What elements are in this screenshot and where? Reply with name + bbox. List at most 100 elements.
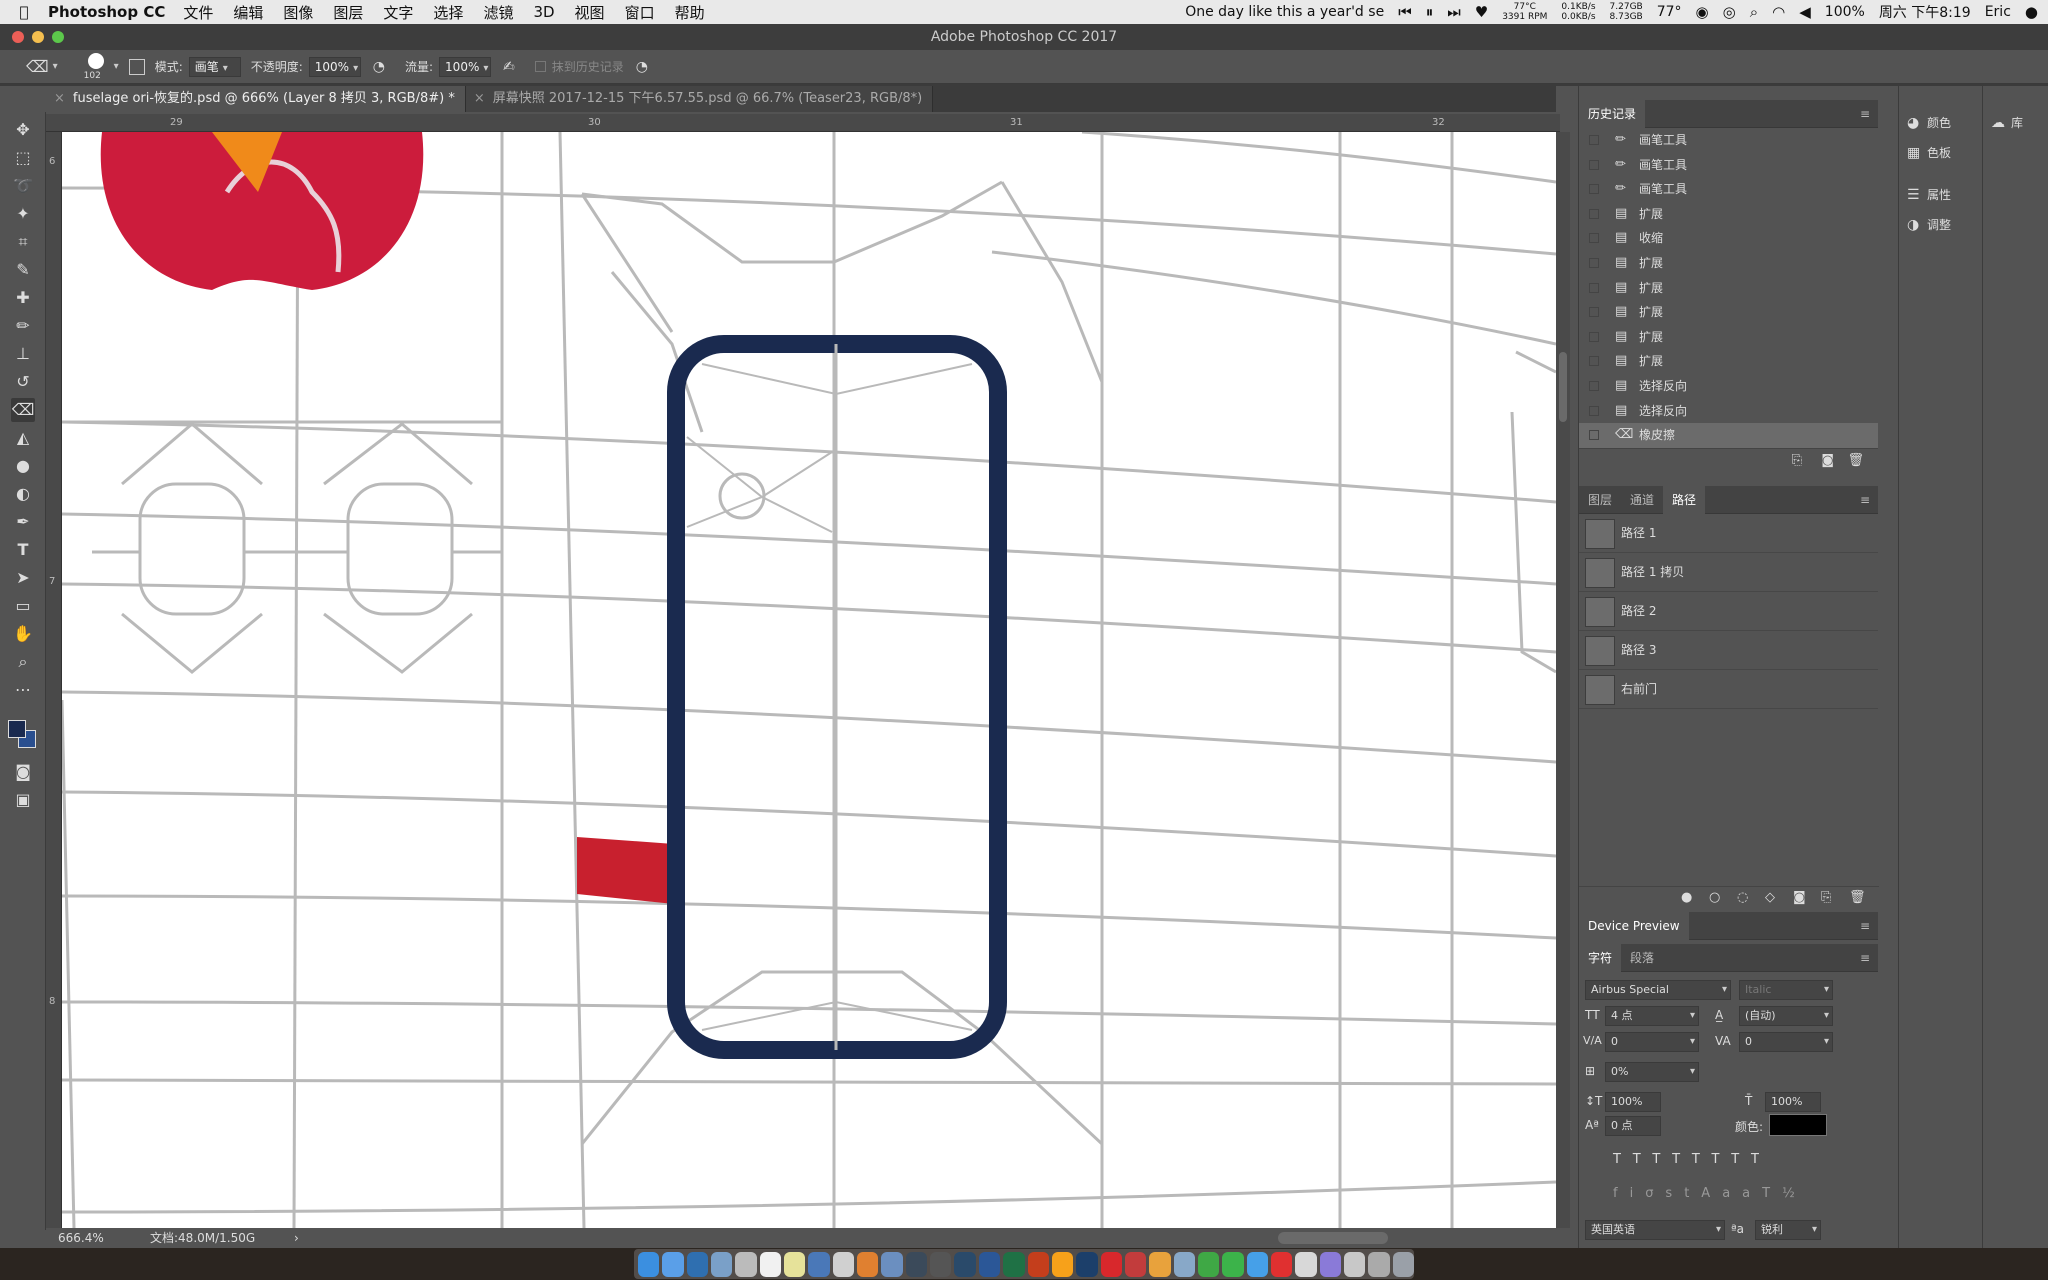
wifi-icon[interactable]: ◠ [1772, 3, 1785, 21]
screen-mode-icon[interactable]: ▣ [11, 788, 35, 812]
trash-icon[interactable]: 🗑 [1847, 453, 1864, 468]
app-icon[interactable] [1173, 1251, 1195, 1277]
tab-screenshot[interactable]: × 屏幕快照 2017-12-15 下午6.57.55.psd @ 66.7% (… [465, 86, 934, 112]
properties-panel-button[interactable]: ☰ 属性 [1907, 186, 1951, 203]
tab-character[interactable]: 字符 [1579, 943, 1622, 972]
next-track-icon[interactable]: ⏭ [1447, 3, 1461, 21]
app-icon[interactable] [1343, 1251, 1366, 1277]
qq-icon[interactable]: ◉ [1696, 3, 1709, 21]
brush-dropdown-icon[interactable]: ▾ [114, 61, 119, 72]
hand-tool-icon[interactable]: ✋ [11, 622, 35, 646]
history-item[interactable]: ▤ 选择反向 [1579, 399, 1878, 424]
pen-tool-icon[interactable]: ✒ [11, 510, 35, 534]
apple-icon[interactable]:  [0, 3, 48, 21]
baseline-shift-input[interactable]: 0 点 [1605, 1115, 1661, 1136]
blur-tool-icon[interactable]: ● [11, 454, 35, 478]
history-item[interactable]: ▤ 选择反向 [1579, 374, 1878, 399]
rectangle-tool-icon[interactable]: ▭ [11, 594, 35, 618]
excel-icon[interactable] [1003, 1251, 1025, 1277]
path-item[interactable]: 路径 3 [1579, 631, 1878, 670]
tsume-input[interactable]: 0% ▾ [1605, 1061, 1699, 1082]
chrome-icon[interactable] [1197, 1251, 1220, 1277]
panel-menu-icon[interactable]: ≡ [1860, 951, 1870, 965]
path-item[interactable]: 右前门 [1579, 670, 1878, 709]
tab-paragraph[interactable]: 段落 [1621, 944, 1663, 972]
cpu-monitor[interactable]: 77°C 3391 RPM [1502, 2, 1547, 22]
more-tools-icon[interactable]: ⋯ [11, 678, 35, 702]
zoom-tool-icon[interactable]: ⌕ [11, 650, 35, 674]
size-pressure-icon[interactable]: ◔ [636, 59, 648, 75]
siri-icon[interactable]: ● [2025, 3, 2038, 21]
fill-path-icon[interactable]: ● [1681, 890, 1692, 905]
lasso-tool-icon[interactable]: ➰ [11, 174, 35, 198]
minimize-window-button[interactable] [32, 31, 44, 43]
leading-input[interactable]: (自动) ▾ [1739, 1005, 1833, 1026]
steam-icon[interactable] [954, 1251, 976, 1277]
foreground-color-swatch[interactable] [8, 720, 26, 738]
path-item[interactable]: 路径 2 [1579, 592, 1878, 631]
notes-icon[interactable] [735, 1251, 757, 1277]
history-item[interactable]: ▤ 扩展 [1579, 325, 1878, 350]
delete-path-icon[interactable]: 🗑 [1849, 890, 1866, 905]
history-title[interactable]: 历史记录 [1579, 100, 1646, 128]
language-select[interactable]: 英国英语 ▾ [1585, 1219, 1725, 1240]
app-icon[interactable] [808, 1251, 830, 1277]
stickies-icon[interactable] [784, 1251, 806, 1277]
history-item-selected[interactable]: ⌫ 橡皮擦 [1579, 423, 1878, 448]
menu-type[interactable]: 文字 [383, 2, 413, 23]
wechat-icon[interactable] [1222, 1251, 1244, 1277]
marquee-tool-icon[interactable]: ⬚ [11, 146, 35, 170]
font-family-select[interactable]: Airbus Special ▾ [1585, 979, 1731, 1000]
app-icon[interactable] [1124, 1251, 1147, 1277]
powerpoint-icon[interactable] [1027, 1251, 1049, 1277]
libraries-panel-button[interactable]: ☁ 库 [1991, 114, 2023, 131]
kerning-input[interactable]: 0 ▾ [1605, 1031, 1699, 1052]
history-item[interactable]: ✏ 画笔工具 [1579, 128, 1878, 153]
tracking-input[interactable]: 0 ▾ [1739, 1031, 1833, 1052]
app-icon[interactable] [832, 1251, 855, 1277]
app-icon[interactable] [1368, 1251, 1390, 1277]
finder-icon[interactable] [638, 1251, 660, 1277]
menu-edit[interactable]: 编辑 [233, 2, 263, 23]
document-canvas[interactable] [62, 132, 1556, 1228]
menu-view[interactable]: 视图 [575, 2, 605, 23]
menu-3d[interactable]: 3D [533, 3, 554, 21]
load-as-selection-icon[interactable]: ◌ [1737, 890, 1748, 905]
crop-tool-icon[interactable]: ⌗ [11, 230, 35, 254]
pause-icon[interactable]: ⏸ [1426, 3, 1434, 21]
swatches-panel-button[interactable]: ▦ 色板 [1907, 144, 1951, 161]
scroll-thumb[interactable] [1559, 352, 1567, 422]
eraser-preset-icon[interactable]: ⌫ [26, 57, 49, 76]
stroke-path-icon[interactable]: ○ [1709, 890, 1720, 905]
menu-layer[interactable]: 图层 [333, 2, 363, 23]
color-panel-button[interactable]: ◕ 颜色 [1907, 114, 1951, 131]
new-document-from-state-icon[interactable]: ⎘ [1792, 453, 1802, 468]
panel-menu-icon[interactable]: ≡ [1860, 107, 1870, 121]
wechat-icon[interactable]: ◎ [1723, 3, 1736, 21]
mode-select[interactable]: 画笔 ▾ [188, 56, 241, 77]
app-icon[interactable] [1246, 1251, 1268, 1277]
safari-icon[interactable] [662, 1251, 684, 1277]
canvas-vertical-scrollbar[interactable] [1556, 132, 1570, 1228]
clone-stamp-tool-icon[interactable]: ⊥ [11, 342, 35, 366]
history-item[interactable]: ✏ 画笔工具 [1579, 177, 1878, 202]
vertical-scale-input[interactable]: 100% [1605, 1091, 1661, 1112]
opacity-input[interactable]: 100% ▾ [308, 56, 361, 77]
flow-input[interactable]: 100% ▾ [439, 56, 492, 77]
text-color-swatch[interactable] [1769, 1113, 1827, 1136]
history-item[interactable]: ▤ 收缩 [1579, 226, 1878, 251]
quick-mask-icon[interactable]: ◙ [11, 760, 35, 784]
healing-brush-tool-icon[interactable]: ✚ [11, 286, 35, 310]
close-tab-icon[interactable]: × [474, 91, 485, 106]
brush-tool-icon[interactable]: ✏ [11, 314, 35, 338]
history-item[interactable]: ▤ 扩展 [1579, 300, 1878, 325]
user-menu[interactable]: Eric [1985, 4, 2011, 20]
word-icon[interactable] [978, 1251, 1001, 1277]
app-icon[interactable] [686, 1251, 709, 1277]
add-mask-icon[interactable]: ◙ [1793, 890, 1806, 905]
brush-size-picker[interactable]: 102 [82, 52, 110, 82]
app-icon[interactable] [1100, 1251, 1122, 1277]
menu-help[interactable]: 帮助 [675, 2, 705, 23]
device-preview-title[interactable]: Device Preview [1579, 911, 1689, 940]
menu-select[interactable]: 选择 [433, 2, 463, 23]
